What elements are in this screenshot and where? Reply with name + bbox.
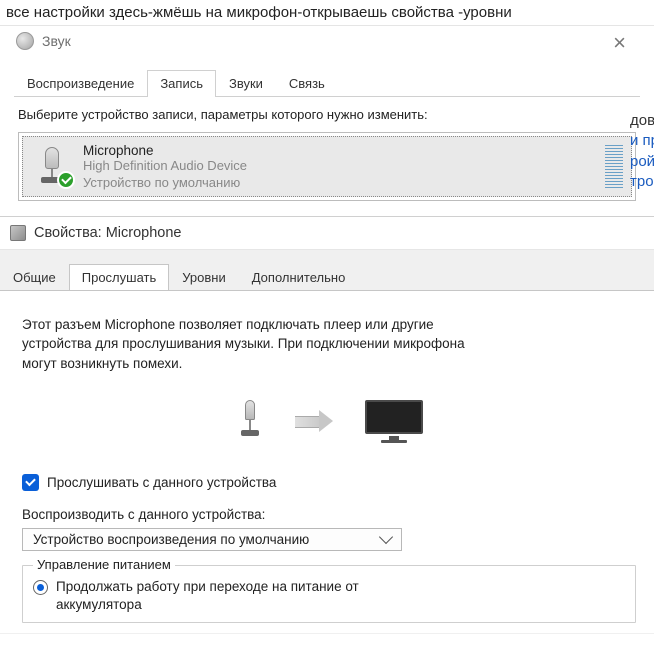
chevron-down-icon [379,530,393,544]
monitor-icon [365,400,423,442]
playback-device-value: Устройство воспроизведения по умолчанию [33,532,381,547]
power-continue-label: Продолжать работу при переходе на питани… [56,578,436,614]
listen-checkbox-label: Прослушивать с данного устройства [47,475,276,490]
level-meter [605,144,623,188]
properties-tabs: Общие Прослушать Уровни Дополнительно [0,250,654,291]
side-text-fragment: дов и пр рой тро [624,111,654,192]
arrow-right-icon [295,410,335,432]
tab-listen[interactable]: Прослушать [69,264,170,291]
device-status: Устройство по умолчанию [83,175,599,190]
playback-device-select[interactable]: Устройство воспроизведения по умолчанию [22,528,402,551]
properties-icon [10,225,26,241]
playback-device-label: Воспроизводить с данного устройства: [22,507,636,522]
default-check-icon [57,171,75,189]
power-continue-radio[interactable] [33,580,48,595]
microphone-small-icon [235,396,265,446]
sound-dialog: Звук × Воспроизведение Запись Звуки Связ… [0,25,654,210]
tab-playback[interactable]: Воспроизведение [14,70,147,97]
microphone-icon [31,145,73,187]
close-icon[interactable]: × [613,32,626,54]
properties-title: Свойства: Microphone [34,225,182,241]
listen-description: Этот разъем Microphone позволяет подключ… [22,315,502,374]
tab-general[interactable]: Общие [0,264,69,291]
tab-communications[interactable]: Связь [276,70,338,97]
tab-sounds[interactable]: Звуки [216,70,276,97]
device-name: Microphone [83,143,599,158]
device-microphone[interactable]: Microphone High Definition Audio Device … [22,136,632,197]
tab-recording[interactable]: Запись [147,70,216,97]
listen-diagram [22,396,636,446]
power-management-group: Управление питанием Продолжать работу пр… [22,565,636,623]
listen-checkbox[interactable] [22,474,39,491]
sound-tabs: Воспроизведение Запись Звуки Связь [0,54,654,97]
speaker-icon [16,32,34,50]
device-description: High Definition Audio Device [83,158,599,175]
page-caption: все настройки здесь-жмёшь на микрофон-от… [0,0,654,25]
properties-dialog: Свойства: Microphone Общие Прослушать Ур… [0,216,654,634]
recording-prompt: Выберите устройство записи, параметры ко… [18,107,636,122]
sound-dialog-title: Звук [42,33,71,49]
tab-advanced[interactable]: Дополнительно [239,264,359,291]
tab-levels[interactable]: Уровни [169,264,238,291]
device-list: Microphone High Definition Audio Device … [18,132,636,201]
power-management-title: Управление питанием [33,557,175,572]
